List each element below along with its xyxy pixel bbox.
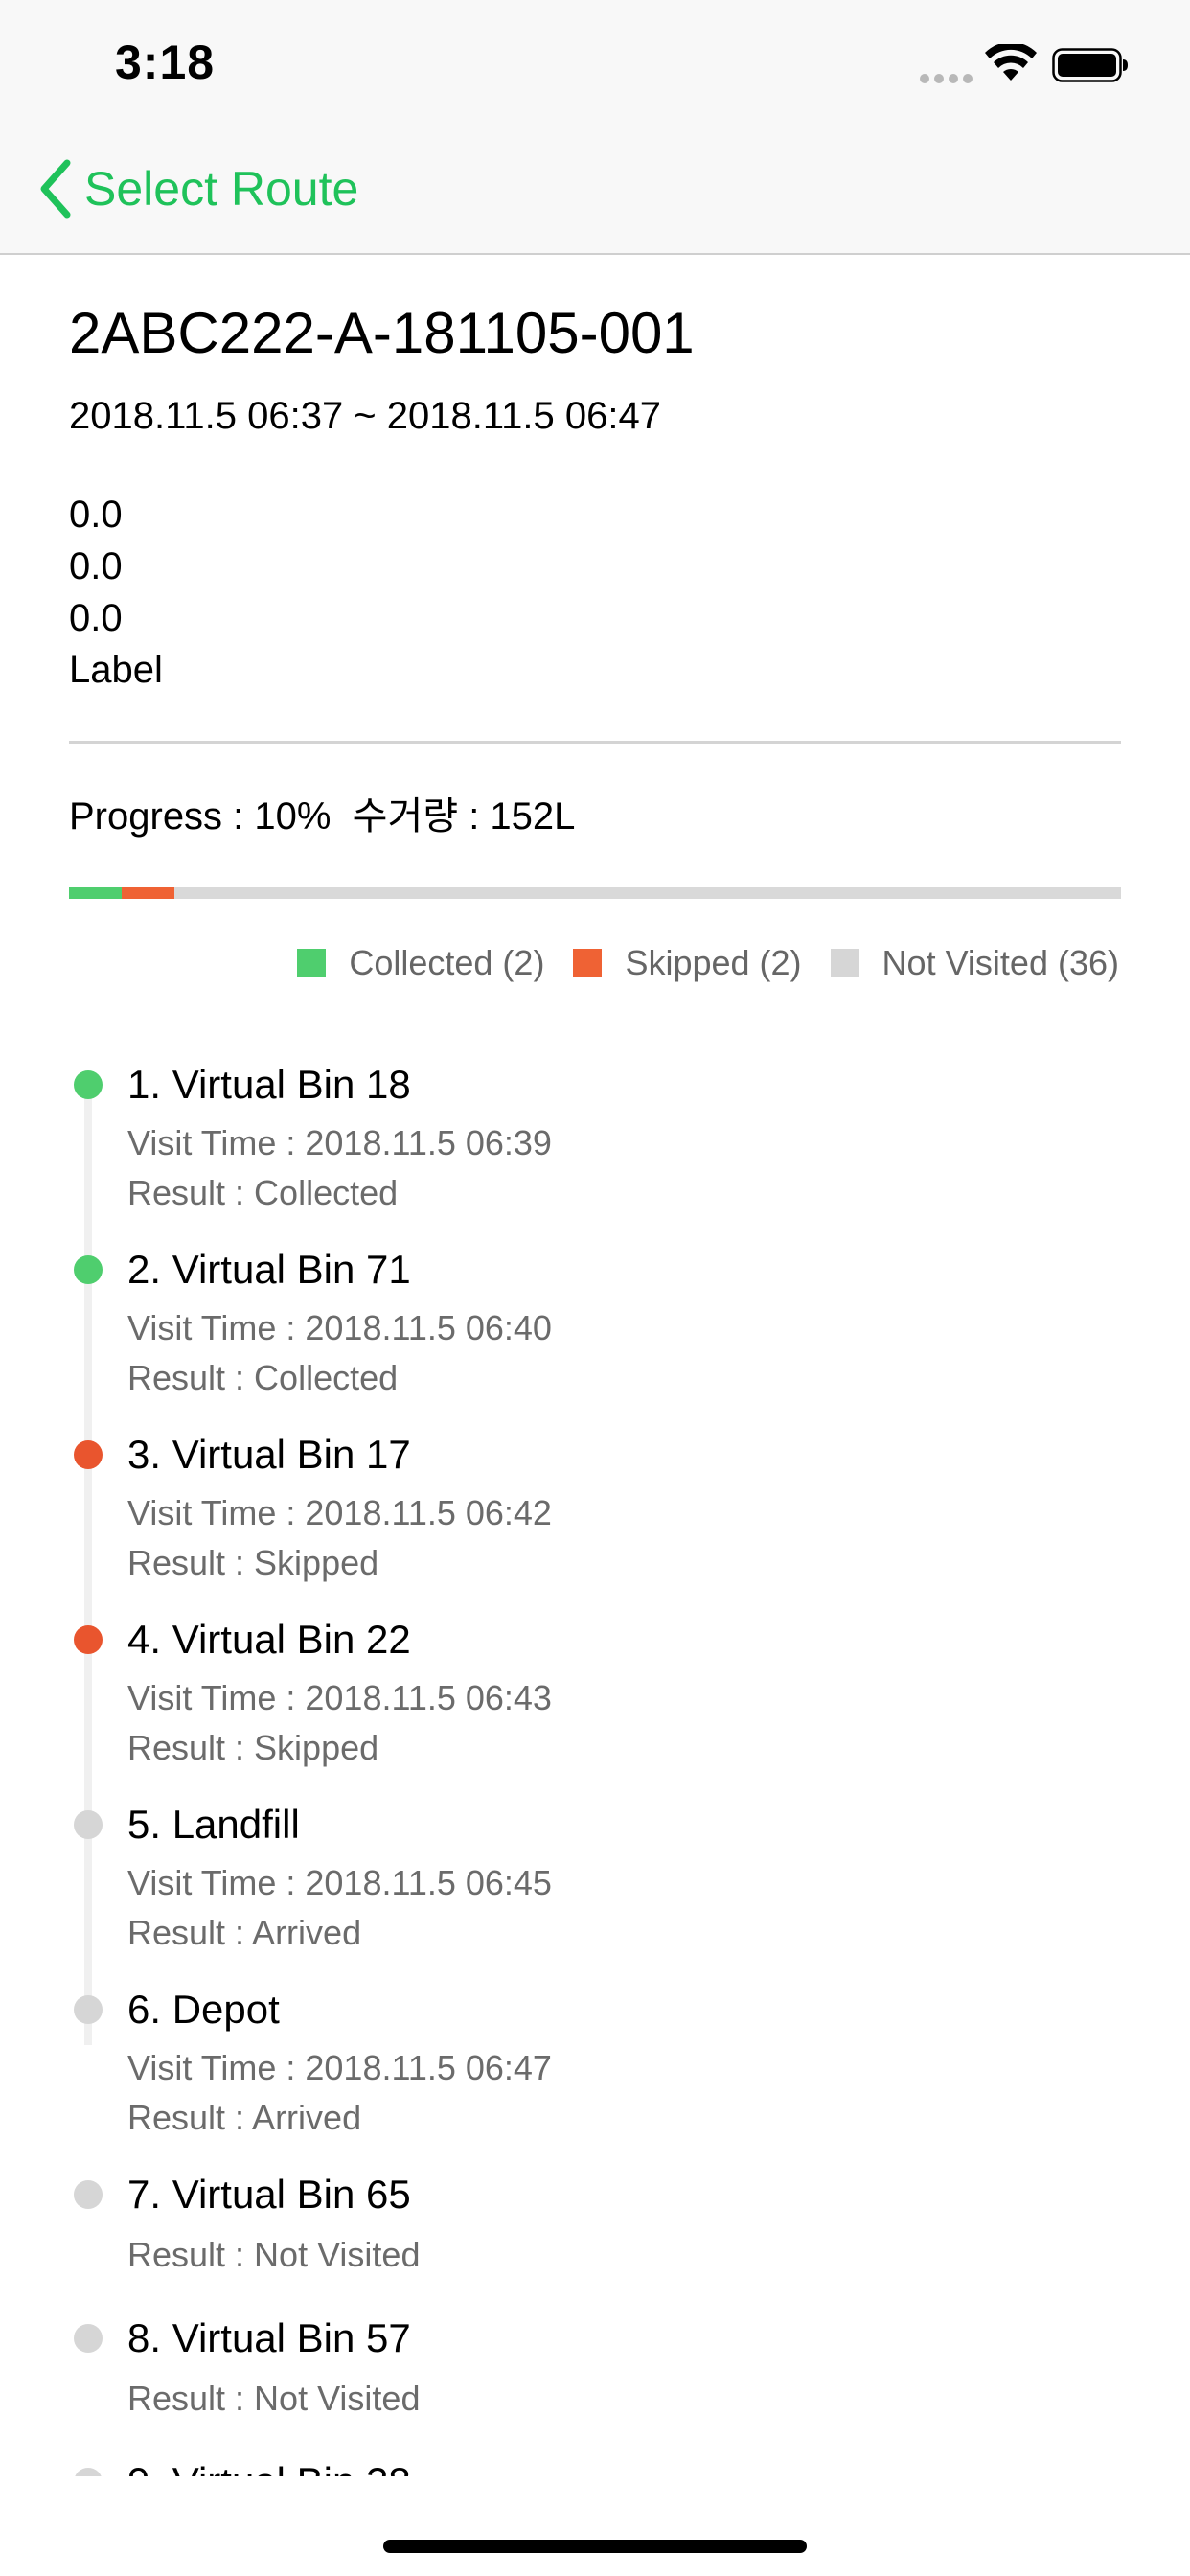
status-dot-icon (74, 1440, 103, 1469)
stop-result: Result : Collected (127, 1173, 399, 1212)
divider (69, 741, 1121, 744)
navigation-bar: Select Route (0, 126, 1190, 255)
stop-name: 9. Virtual Bin 28 (127, 2451, 411, 2476)
stop-visit-time: Visit Time : 2018.11.5 06:39 (127, 1123, 552, 1162)
route-period: 2018.11.5 06:37 ~ 2018.11.5 06:47 (69, 395, 661, 437)
status-dot-icon (74, 2180, 103, 2209)
legend-item-not-visited: Not Visited (36) (830, 943, 1119, 983)
not-visited-swatch-icon (830, 949, 859, 978)
legend-item-skipped: Skipped (2) (573, 943, 802, 983)
stop-name: 8. Virtual Bin 57 (127, 2315, 411, 2360)
status-dot-icon (74, 1625, 103, 1654)
stop-result: Result : Collected (127, 1358, 399, 1397)
stop-result: Result : Not Visited (127, 2379, 421, 2418)
stop-result: Result : Arrived (127, 2098, 362, 2137)
legend-label-skipped: Skipped (2) (625, 943, 802, 982)
stop-name: 2. Virtual Bin 71 (127, 1247, 411, 1292)
battery-icon (1052, 48, 1128, 82)
status-dot-icon (74, 2468, 103, 2476)
status-bar: 3:18 (0, 0, 1190, 126)
stop-name: 6. Depot (127, 1987, 280, 2032)
home-indicator[interactable] (383, 2540, 807, 2553)
wifi-icon (985, 44, 1037, 80)
legend: Collected (2) Skipped (2) Not Visited (3… (268, 943, 1119, 983)
route-stats: 0.0 0.0 0.0 Label (69, 489, 163, 696)
stop-timeline[interactable]: 1. Virtual Bin 18 Visit Time : 2018.11.5… (0, 1054, 1190, 2476)
stat-value-1: 0.0 (69, 494, 123, 536)
stop-name: 4. Virtual Bin 22 (127, 1617, 411, 1662)
stop-result: Result : Arrived (127, 1913, 362, 1952)
stop-name: 5. Landfill (127, 1802, 300, 1847)
stop-result: Result : Skipped (127, 1728, 379, 1767)
progress-summary: Progress : 10% 수거량 : 152L (69, 795, 576, 838)
stop-result: Result : Not Visited (127, 2235, 421, 2274)
stop-visit-time: Visit Time : 2018.11.5 06:40 (127, 1308, 552, 1347)
progress-segment-collected (69, 887, 122, 899)
stop-name: 3. Virtual Bin 17 (127, 1432, 411, 1477)
legend-label-collected: Collected (2) (349, 943, 545, 982)
stop-name: 1. Virtual Bin 18 (127, 1062, 411, 1107)
stop-result: Result : Skipped (127, 1543, 379, 1582)
status-dot-icon (74, 1995, 103, 2024)
stop-visit-time: Visit Time : 2018.11.5 06:45 (127, 1863, 552, 1902)
stat-label: Label (69, 649, 163, 691)
progress-segment-skipped (121, 887, 174, 899)
status-dot-icon (74, 1070, 103, 1099)
back-button[interactable]: Select Route (34, 155, 358, 222)
stop-visit-time: Visit Time : 2018.11.5 06:47 (127, 2048, 552, 2087)
stop-visit-time: Visit Time : 2018.11.5 06:42 (127, 1493, 552, 1532)
status-dot-icon (74, 2324, 103, 2353)
status-dot-icon (74, 1255, 103, 1284)
back-button-label: Select Route (84, 162, 359, 216)
stat-value-3: 0.0 (69, 597, 123, 639)
chevron-left-icon (40, 159, 71, 218)
status-dot-icon (74, 1810, 103, 1839)
status-time: 3:18 (115, 35, 216, 89)
timeline-line (84, 1087, 92, 2045)
skipped-swatch-icon (573, 949, 603, 978)
stop-name: 7. Virtual Bin 65 (127, 2172, 411, 2217)
route-id: 2ABC222-A-181105-001 (69, 301, 695, 365)
stop-visit-time: Visit Time : 2018.11.5 06:43 (127, 1678, 552, 1717)
signal-icon (920, 74, 973, 83)
legend-item-collected: Collected (2) (297, 943, 544, 983)
legend-label-not-visited: Not Visited (36) (881, 943, 1119, 982)
collected-swatch-icon (297, 949, 327, 978)
stat-value-2: 0.0 (69, 545, 123, 587)
progress-bar (69, 887, 1121, 899)
